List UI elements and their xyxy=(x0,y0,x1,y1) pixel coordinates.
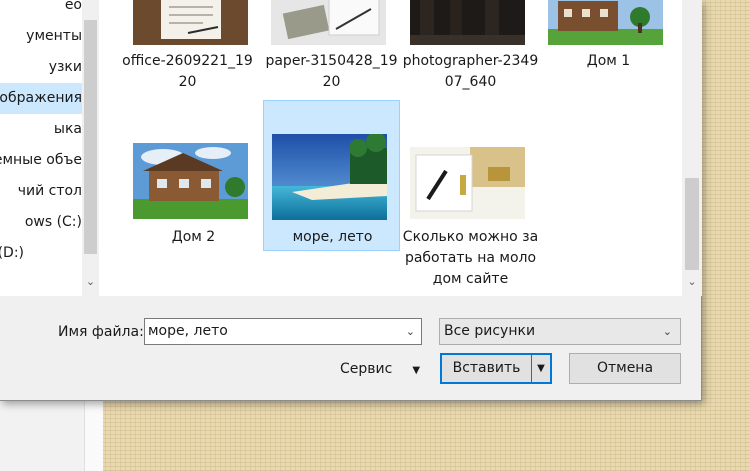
insert-picture-dialog: ео ументы узки ображения ыка емные объе … xyxy=(0,0,702,401)
file-name: office-2609221_1920 xyxy=(122,53,253,90)
filename-input[interactable]: море, лето ⌄ xyxy=(144,318,422,345)
beach-photo-thumbnail xyxy=(272,134,387,220)
file-name: Сколько можно заработать на молодом сайт… xyxy=(402,229,539,287)
file-name: Дом 2 xyxy=(171,229,216,245)
file-name: Дом 1 xyxy=(586,53,631,69)
insert-button[interactable]: Вставить ▼ xyxy=(440,353,552,384)
nav-item-pictures[interactable]: ображения xyxy=(0,83,82,114)
file-item[interactable]: Сколько можно заработать на молодом сайт… xyxy=(402,100,539,295)
nav-item-music[interactable]: ыка xyxy=(0,114,82,145)
file-item[interactable]: paper-3150428_1920 xyxy=(263,0,400,100)
file-list-scrollbar-thumb[interactable] xyxy=(685,178,699,270)
filename-value: море, лето xyxy=(148,323,228,339)
pen-photo-thumbnail xyxy=(410,147,525,219)
filename-label: Имя файла: xyxy=(58,324,144,340)
file-item-selected[interactable]: море, лето xyxy=(263,100,400,251)
photographer-photo-thumbnail xyxy=(410,0,525,45)
nav-item-documents[interactable]: ументы xyxy=(0,21,82,52)
file-type-select[interactable]: Все рисунки ⌄ xyxy=(439,318,681,345)
file-name: photographer-234907_640 xyxy=(402,53,539,90)
nav-item-videos[interactable]: ео xyxy=(0,0,82,21)
office-photo-thumbnail xyxy=(133,0,248,45)
navigation-pane: ео ументы узки ображения ыка емные объе … xyxy=(0,0,99,296)
document-margin xyxy=(0,400,103,471)
chevron-down-icon[interactable]: ⌄ xyxy=(406,319,415,344)
paper-photo-thumbnail xyxy=(271,0,386,45)
file-item[interactable]: Дом 1 xyxy=(540,0,677,100)
file-item[interactable]: Дом 2 xyxy=(125,100,262,250)
house-photo-thumbnail xyxy=(133,143,248,219)
cancel-button[interactable]: Отмена xyxy=(569,353,681,384)
nav-scrollbar[interactable]: ⌄ xyxy=(82,0,99,296)
nav-item-desktop[interactable]: чий стол xyxy=(0,176,82,207)
file-name: paper-3150428_1920 xyxy=(265,53,398,90)
nav-item-drive-c[interactable]: ows (C:) xyxy=(0,207,82,238)
insert-button-label: Вставить xyxy=(452,360,521,376)
house-photo-thumbnail xyxy=(548,0,663,45)
nav-item-downloads[interactable]: узки xyxy=(0,52,82,83)
nav-item-3d-objects[interactable]: емные объе xyxy=(0,145,82,176)
tools-menu-button[interactable]: Сервис ▼ xyxy=(340,358,420,380)
file-list: office-2609221_1920 paper-3150428_1920 p… xyxy=(99,0,682,296)
scroll-down-icon[interactable]: ⌄ xyxy=(682,272,702,292)
file-item[interactable]: office-2609221_1920 xyxy=(119,0,256,100)
file-name: море, лето xyxy=(292,229,373,245)
caret-down-icon: ▼ xyxy=(412,365,421,376)
caret-down-icon[interactable]: ▼ xyxy=(532,355,550,382)
chevron-down-icon: ⌄ xyxy=(662,325,672,338)
tools-label: Сервис xyxy=(340,361,393,377)
scroll-down-icon[interactable]: ⌄ xyxy=(82,272,99,292)
nav-item-drive-d[interactable]: (D:) xyxy=(0,238,82,269)
file-item[interactable]: photographer-234907_640 xyxy=(402,0,539,100)
file-list-scrollbar[interactable]: ⌄ xyxy=(682,0,702,296)
file-type-value: Все рисунки xyxy=(444,323,536,339)
nav-scrollbar-thumb[interactable] xyxy=(84,20,97,254)
